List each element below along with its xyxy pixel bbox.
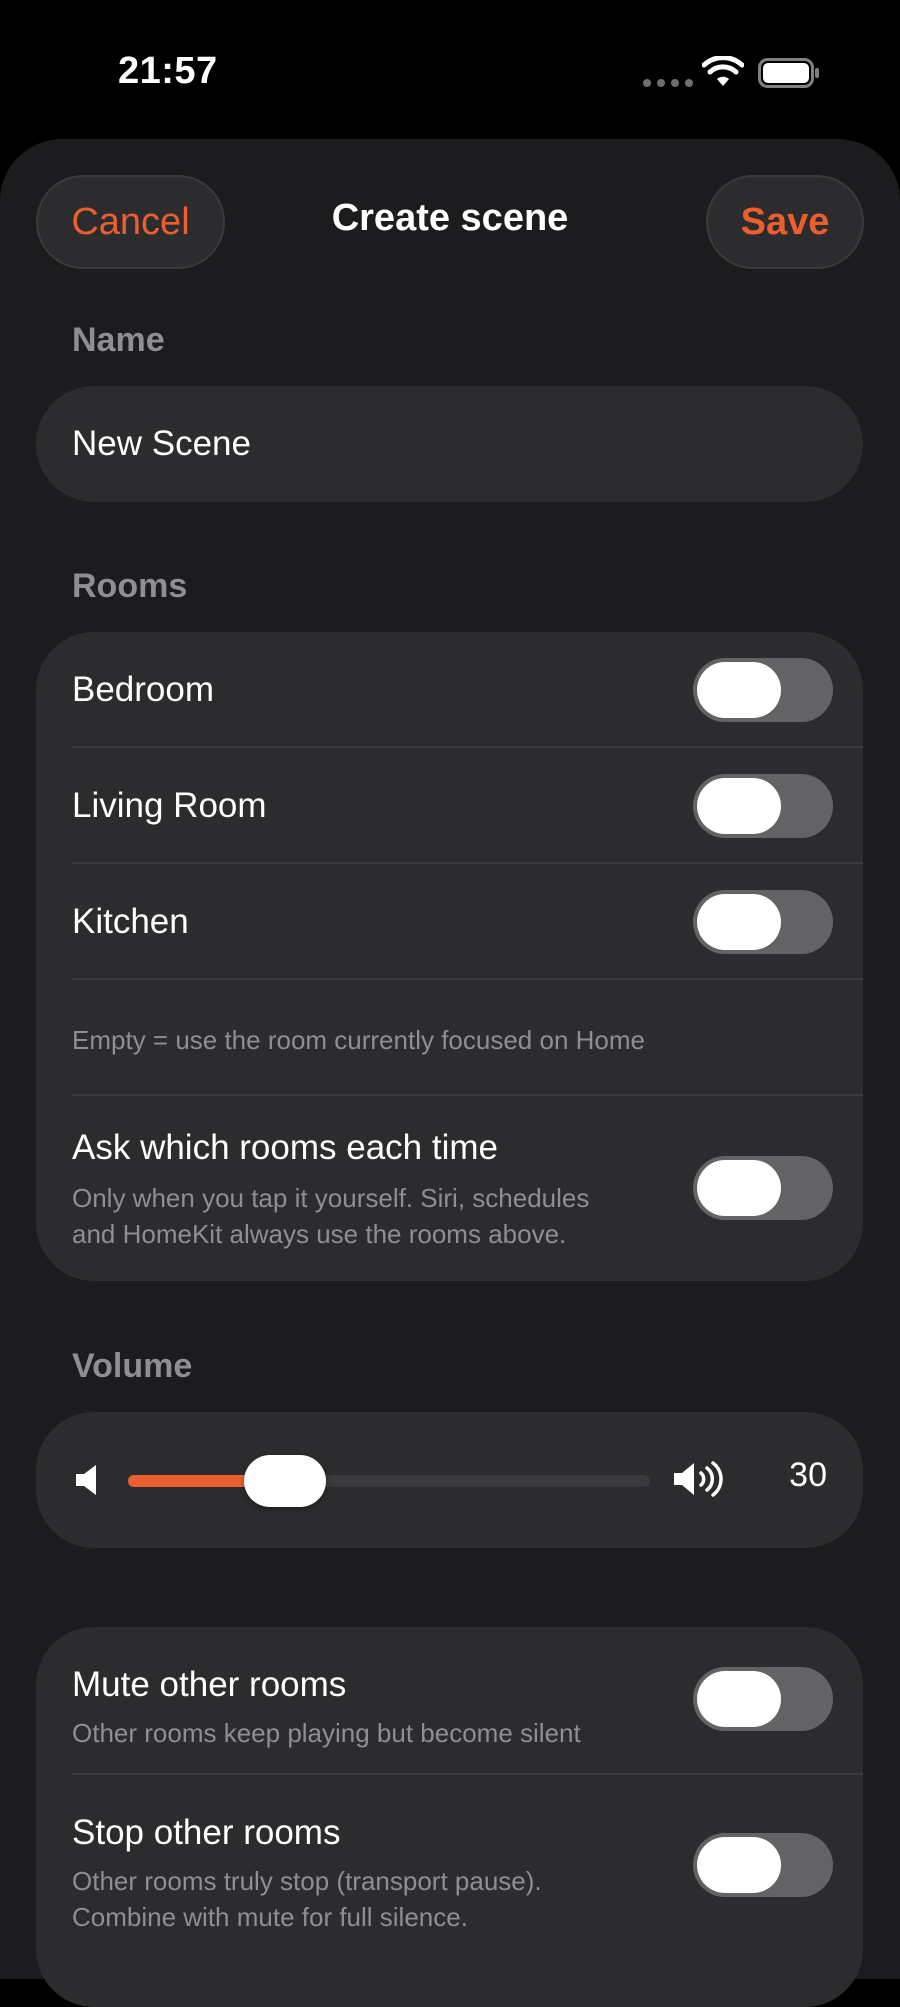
room-toggle-kitchen[interactable] <box>693 890 833 954</box>
speaker-low-icon <box>76 1465 96 1495</box>
room-row-kitchen: Kitchen <box>36 864 863 980</box>
volume-card: 30 <box>36 1412 863 1548</box>
rooms-card: Bedroom Living Room Kitchen Empty = use … <box>36 632 863 1281</box>
volume-section-label: Volume <box>72 1347 193 1385</box>
status-bar: 21:57 <box>0 0 900 140</box>
stop-other-rooms-row: Stop other rooms Other rooms truly stop … <box>36 1775 863 1975</box>
save-button[interactable]: Save <box>706 175 864 269</box>
stop-other-rooms-toggle[interactable] <box>693 1833 833 1897</box>
scene-name-input[interactable] <box>72 386 832 502</box>
volume-value: 30 <box>789 1456 827 1494</box>
mute-other-rooms-description: Other rooms keep playing but become sile… <box>72 1718 581 1748</box>
room-row-bedroom: Bedroom <box>36 632 863 748</box>
mute-other-rooms-row: Mute other rooms Other rooms keep playin… <box>36 1627 863 1774</box>
room-toggle-living-room[interactable] <box>693 774 833 838</box>
stop-other-rooms-description-line1: Other rooms truly stop (transport pause)… <box>72 1866 542 1896</box>
ask-rooms-label: Ask which rooms each time <box>72 1128 498 1167</box>
ask-rooms-toggle[interactable] <box>693 1156 833 1220</box>
room-toggle-bedroom[interactable] <box>693 658 833 722</box>
other-rooms-card: Mute other rooms Other rooms keep playin… <box>36 1627 863 2007</box>
volume-slider-thumb[interactable] <box>243 1455 326 1507</box>
room-row-living-room: Living Room <box>36 748 863 864</box>
create-scene-sheet: Cancel Create scene Save Name Rooms Bedr… <box>0 139 900 2007</box>
volume-slider[interactable] <box>128 1455 650 1507</box>
battery-icon <box>758 58 819 88</box>
wifi-icon <box>702 56 744 86</box>
room-label: Kitchen <box>72 902 189 941</box>
speaker-high-icon <box>674 1461 723 1497</box>
room-label: Living Room <box>72 786 267 825</box>
ask-rooms-description-line1: Only when you tap it yourself. Siri, sch… <box>72 1183 590 1213</box>
stop-other-rooms-description-line2: Combine with mute for full silence. <box>72 1902 468 1932</box>
ask-rooms-description-line2: and HomeKit always use the rooms above. <box>72 1219 567 1249</box>
status-time: 21:57 <box>118 50 218 92</box>
mute-other-rooms-toggle[interactable] <box>693 1667 833 1731</box>
stop-other-rooms-label: Stop other rooms <box>72 1813 341 1852</box>
ask-rooms-row: Ask which rooms each time Only when you … <box>36 1096 863 1281</box>
divider <box>72 978 863 980</box>
cellular-signal-icon <box>643 79 693 87</box>
rooms-hint: Empty = use the room currently focused o… <box>72 1025 645 1055</box>
rooms-section-label: Rooms <box>72 567 188 605</box>
name-field-card <box>36 386 863 502</box>
mute-other-rooms-label: Mute other rooms <box>72 1665 347 1704</box>
room-label: Bedroom <box>72 670 215 709</box>
name-section-label: Name <box>72 321 165 359</box>
